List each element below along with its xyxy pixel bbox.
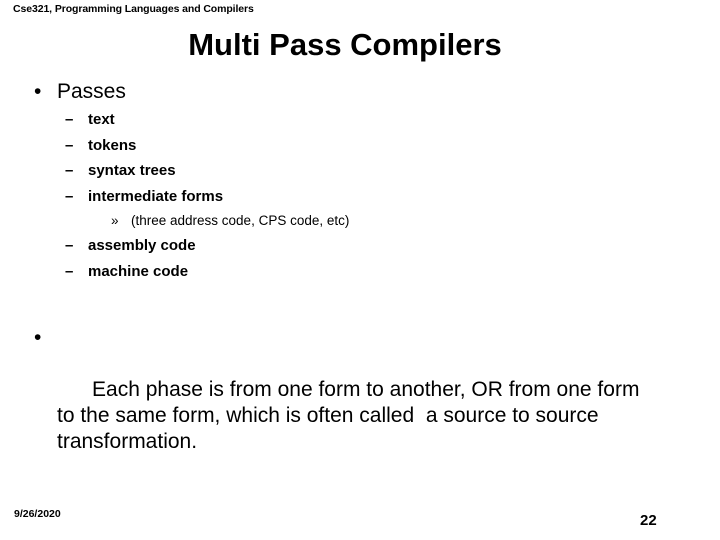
passes-sublist: – text – tokens – syntax trees – interme… xyxy=(0,107,720,284)
list-item-syntax-trees: – syntax trees xyxy=(0,158,720,184)
bullet-each-phase: • Each phase is from one form to another… xyxy=(0,325,720,481)
footer-page-number: 22 xyxy=(640,512,657,529)
list-item-label: text xyxy=(88,111,115,128)
paragraph-block: • Each phase is from one form to another… xyxy=(0,325,720,481)
bullet-passes: • Passes xyxy=(0,78,720,105)
slide-body: • Passes – text – tokens – syntax trees … xyxy=(0,78,720,284)
list-item-tokens: – tokens xyxy=(0,133,720,159)
bullet-dot-icon: • xyxy=(34,326,42,349)
list-item-note-label: (three address code, CPS code, etc) xyxy=(131,213,350,228)
list-item-label: tokens xyxy=(88,136,137,154)
guillemet-icon: » xyxy=(111,213,119,228)
dash-icon: – xyxy=(65,111,74,128)
dash-icon: – xyxy=(65,187,74,205)
list-item-text: – text xyxy=(0,107,720,133)
course-header: Cse321, Programming Languages and Compil… xyxy=(13,3,254,15)
list-item-machine-code: – machine code xyxy=(0,259,720,285)
bullet-dot-icon: • xyxy=(34,80,42,103)
bullet-passes-label: Passes xyxy=(57,80,126,103)
page-title: Multi Pass Compilers xyxy=(188,27,502,62)
list-item-label: machine code xyxy=(88,262,189,280)
dash-icon: – xyxy=(65,136,74,154)
dash-icon: – xyxy=(65,237,74,254)
list-item-intermediate-forms-note: » (three address code, CPS code, etc) xyxy=(0,209,720,233)
paragraph-text: Each phase is from one form to another, … xyxy=(57,378,646,453)
list-item-label: assembly code xyxy=(88,237,196,254)
slide-canvas: Cse321, Programming Languages and Compil… xyxy=(0,0,720,540)
list-item-assembly-code: – assembly code xyxy=(0,233,720,259)
footer-date: 9/26/2020 xyxy=(14,508,61,520)
dash-icon: – xyxy=(65,162,74,179)
list-item-label: intermediate forms xyxy=(88,187,224,205)
dash-icon: – xyxy=(65,262,74,280)
list-item-intermediate-forms: – intermediate forms xyxy=(0,184,720,210)
list-item-label: syntax trees xyxy=(88,162,176,179)
